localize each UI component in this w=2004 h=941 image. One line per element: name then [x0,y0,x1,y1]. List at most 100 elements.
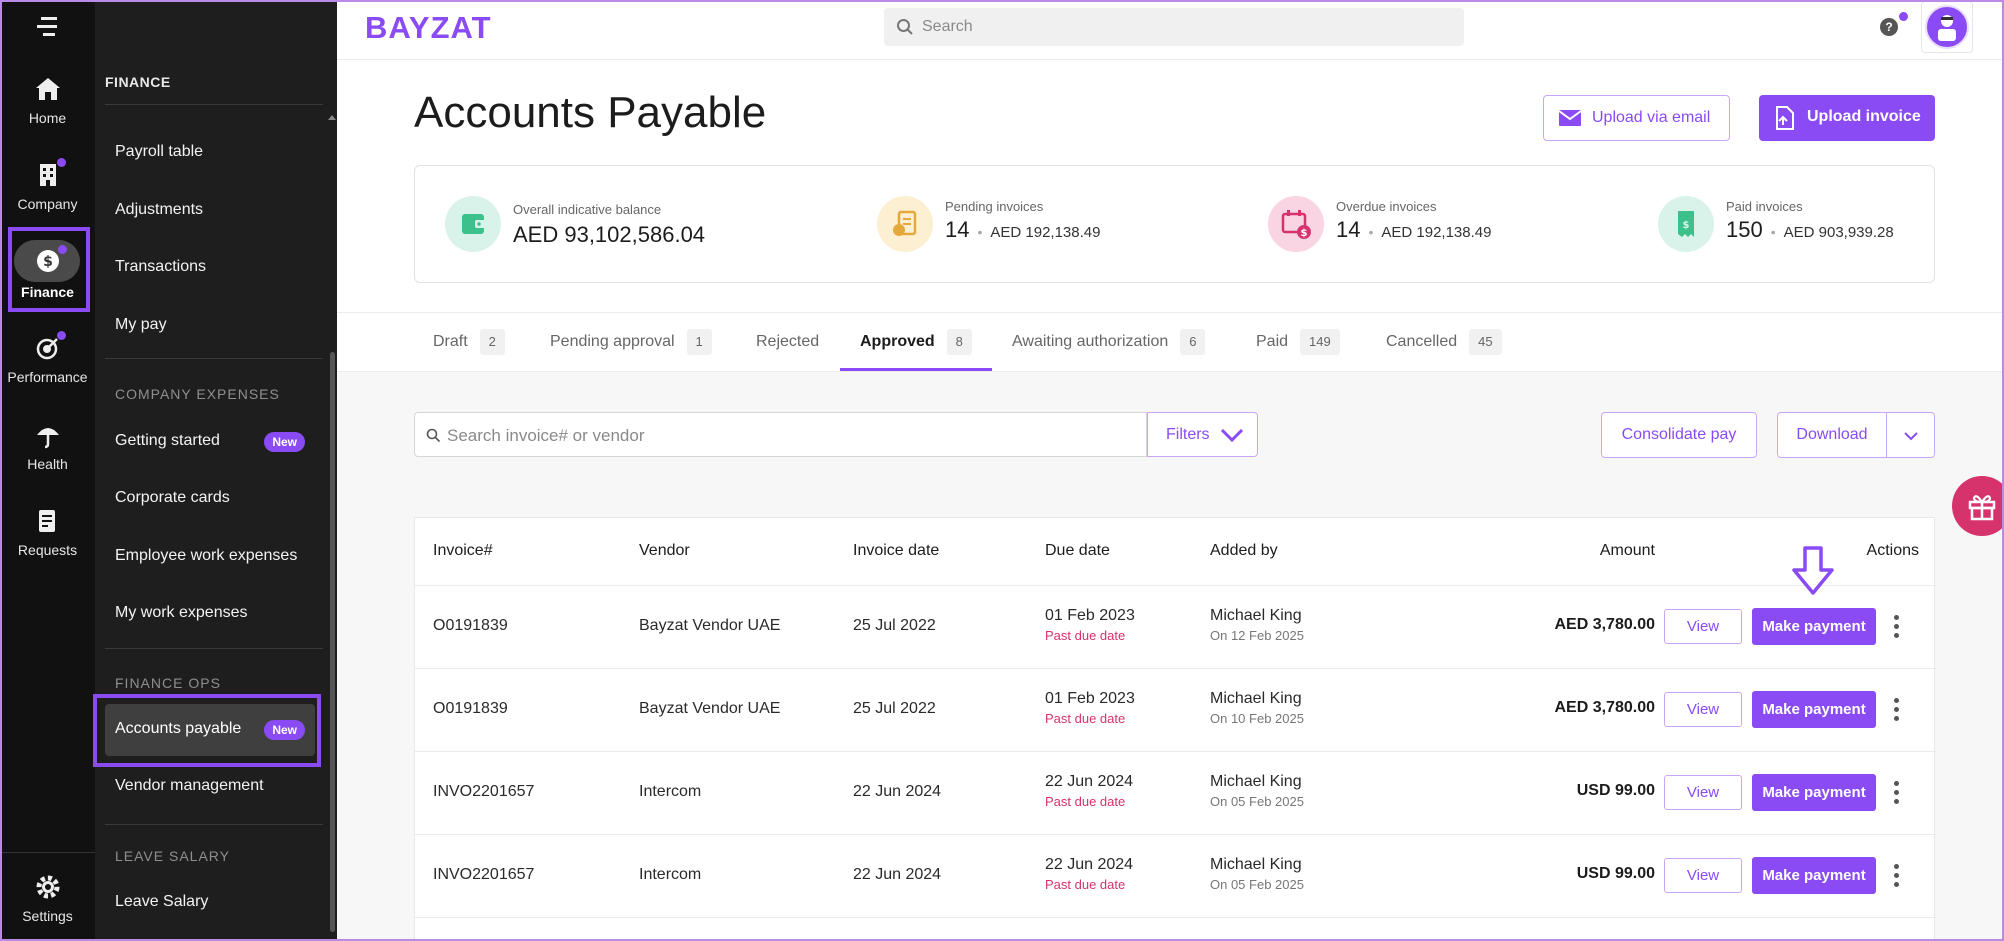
global-search-input[interactable]: Search [884,8,1464,46]
envelope-icon [1558,110,1582,126]
upload-via-email-button[interactable]: Upload via email [1543,95,1730,141]
tab-draft[interactable]: Draft 2 [433,313,505,371]
past-due-label: Past due date [1045,877,1126,892]
new-badge: New [264,432,305,452]
gift-icon [1968,495,1996,521]
past-due-label: Past due date [1045,628,1126,643]
search-icon [897,19,913,35]
menu-item-leave-salary[interactable]: Leave Salary [115,893,208,911]
menu-item-corporate-cards[interactable]: Corporate cards [115,489,230,507]
col-header-vendor: Vendor [639,542,690,559]
status-tabs: Draft 2 Pending approval 1 Rejected Approv… [337,312,2004,372]
icon-rail: Home Company $ Finance Performance Healt… [0,0,95,941]
more-options-icon[interactable] [1894,698,1900,722]
consolidate-pay-button[interactable]: Consolidate pay [1601,412,1757,458]
make-payment-button[interactable]: Make payment [1752,691,1876,728]
help-icon[interactable]: ? [1880,18,1898,36]
help-notification-dot [1899,12,1908,21]
submenu-divider [105,648,323,649]
scroll-up-icon[interactable] [328,115,336,120]
menu-item-transactions[interactable]: Transactions [115,258,206,276]
top-bar: BAYZAT Search ? [337,0,2004,60]
pending-invoice-icon [877,196,933,252]
view-button[interactable]: View [1664,775,1742,810]
rail-requests[interactable]: Requests [0,506,95,558]
download-options-dropdown[interactable] [1886,412,1935,458]
menu-item-vendor-management[interactable]: Vendor management [115,777,264,795]
past-due-label: Past due date [1045,794,1126,809]
table-row[interactable]: INVO2201657 Intercom 22 Jun 2024 22 Jun … [415,834,1936,917]
submenu-title: FINANCE [105,74,171,90]
section-leave-salary: LEAVE SALARY [115,848,230,864]
paid-receipt-icon: $ [1658,196,1714,252]
make-payment-button[interactable]: Make payment [1752,608,1876,645]
umbrella-icon [36,428,59,449]
performance-notification-dot [57,331,66,340]
clipboard-icon [38,510,55,532]
view-button[interactable]: View [1664,692,1742,727]
svg-text:$: $ [1301,228,1308,239]
user-avatar-icon [1938,15,1956,41]
accounts-payable-highlight-frame [93,694,321,767]
gift-button[interactable] [1952,476,2004,536]
make-payment-button[interactable]: Make payment [1752,774,1876,811]
view-button[interactable]: View [1664,858,1742,893]
col-header-invoice: Invoice# [433,542,493,559]
finance-highlight-frame [8,227,90,312]
col-header-invoice-date[interactable]: Invoice date [853,542,939,560]
view-button[interactable]: View [1664,609,1742,644]
document-upload-icon [1776,106,1794,130]
table-row[interactable]: O0191839 Bayzat Vendor UAE 25 Jul 2022 0… [415,585,1936,668]
overdue-calendar-icon: $ [1268,196,1324,252]
past-due-label: Past due date [1045,711,1126,726]
rail-performance[interactable]: Performance [0,333,95,385]
wallet-icon [445,196,501,252]
company-notification-dot [57,158,66,167]
tab-paid[interactable]: Paid 149 [1256,313,1340,371]
col-header-amount[interactable]: Amount [1505,542,1655,560]
menu-item-payroll-table[interactable]: Payroll table [115,143,203,161]
menu-item-getting-started[interactable]: Getting started New [115,432,305,452]
submenu-divider [105,824,323,825]
submenu-divider [105,358,323,359]
more-options-icon[interactable] [1894,615,1900,639]
rail-home[interactable]: Home [0,74,95,126]
rail-divider [0,852,95,853]
tab-cancelled[interactable]: Cancelled 45 [1386,313,1502,371]
rail-settings[interactable]: Settings [0,872,95,924]
bayzat-logo[interactable]: BAYZAT [365,10,492,46]
table-row[interactable]: INVO2201657 Intercom 22 Jun 2024 22 Jun … [415,751,1936,834]
submenu-scrollbar[interactable] [330,352,335,932]
down-arrow-annotation-icon [1792,546,1834,595]
home-icon [35,78,60,100]
submenu-divider [105,104,323,105]
table-row[interactable]: O0191839 Bayzat Vendor UAE 25 Jul 2022 0… [415,668,1936,751]
filters-button[interactable]: Filters [1147,412,1258,457]
tab-pending-approval[interactable]: Pending approval 1 [550,313,712,371]
upload-invoice-button[interactable]: Upload invoice [1759,95,1935,141]
invoices-table: Invoice# Vendor Invoice date Due date Ad… [414,517,1936,941]
search-icon [426,428,441,443]
download-button[interactable]: Download [1777,412,1887,458]
make-payment-button[interactable]: Make payment [1752,857,1876,894]
section-company-expenses: COMPANY EXPENSES [115,386,280,402]
tab-rejected[interactable]: Rejected [756,313,819,371]
menu-item-adjustments[interactable]: Adjustments [115,201,203,219]
chevron-down-icon [1904,432,1918,441]
invoice-summary-card: Overall indicative balance AED 93,102,58… [414,165,1935,283]
menu-item-my-pay[interactable]: My pay [115,316,167,334]
tab-awaiting-authorization[interactable]: Awaiting authorization 6 [1012,313,1206,371]
more-options-icon[interactable] [1894,864,1900,888]
col-header-due-date[interactable]: Due date [1045,542,1110,560]
rail-health[interactable]: Health [0,420,95,472]
menu-item-employee-work-expenses[interactable]: Employee work expenses [115,547,297,565]
col-header-added-by: Added by [1210,542,1278,559]
rail-company[interactable]: Company [0,160,95,212]
page-title: Accounts Payable [414,88,767,137]
user-avatar[interactable] [1925,5,1969,49]
menu-icon[interactable] [37,17,59,37]
menu-item-my-work-expenses[interactable]: My work expenses [115,604,248,622]
more-options-icon[interactable] [1894,781,1900,805]
invoice-search-input[interactable]: Search invoice# or vendor [414,412,1147,457]
tab-approved[interactable]: Approved 8 [840,313,992,371]
